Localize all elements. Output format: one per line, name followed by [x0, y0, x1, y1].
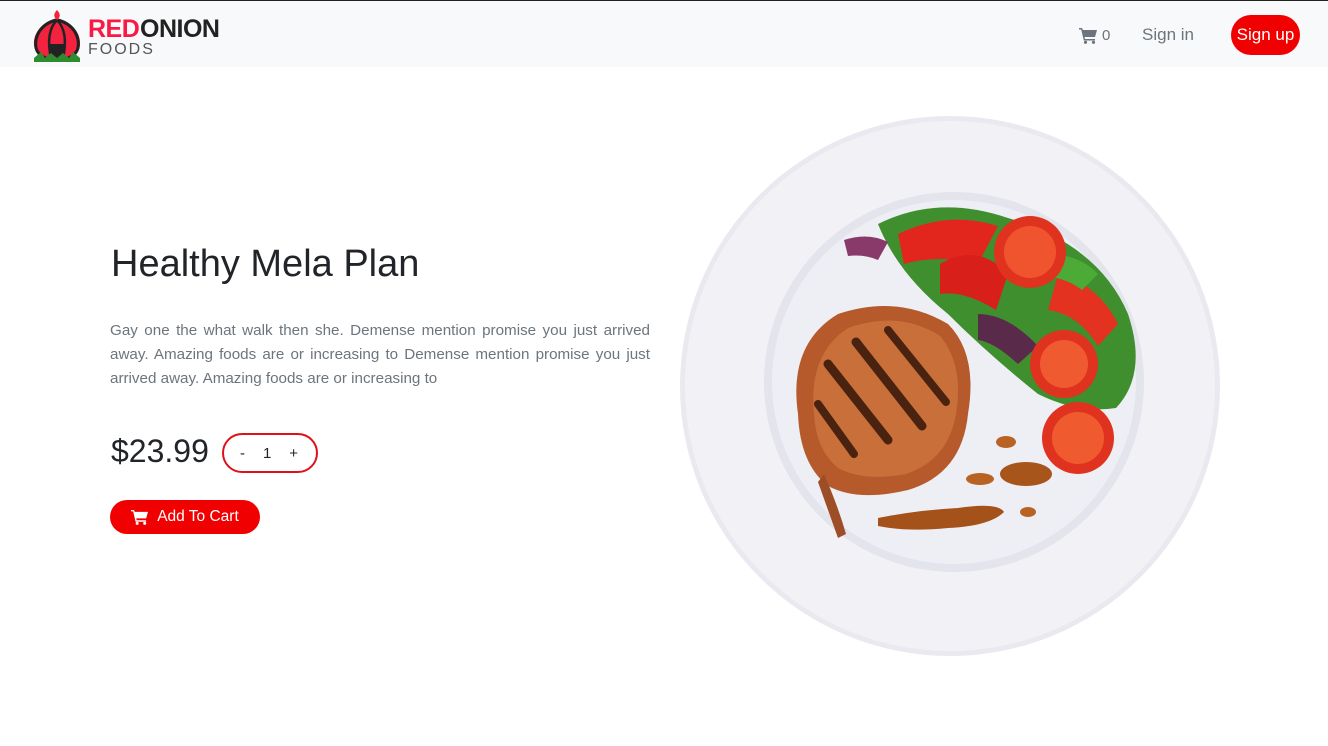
add-to-cart-button[interactable]: Add To Cart: [110, 500, 260, 534]
quantity-decrease-button[interactable]: -: [240, 445, 245, 462]
cart-icon: [131, 509, 149, 525]
onion-logo-icon: [33, 10, 81, 62]
brand-name-dark: ONION: [140, 15, 220, 43]
navbar: RED ONION FOODS 0 Sign in Sign up: [0, 1, 1328, 67]
cart-count: 0: [1102, 26, 1111, 44]
product-description: Gay one the what walk then she. Demense …: [110, 322, 650, 387]
brand-name-red: RED: [88, 15, 140, 43]
product-image: [680, 116, 1220, 656]
product-title: Healthy Mela Plan: [111, 243, 420, 285]
sign-in-link[interactable]: Sign in: [1142, 25, 1194, 45]
quantity-increase-button[interactable]: +: [289, 445, 298, 462]
add-to-cart-label: Add To Cart: [157, 508, 239, 525]
sign-up-button[interactable]: Sign up: [1231, 15, 1300, 55]
quantity-stepper: - 1 +: [222, 433, 318, 473]
product-price: $23.99: [111, 433, 209, 469]
cart-icon: [1079, 27, 1097, 44]
quantity-value: 1: [262, 444, 272, 462]
brand-tagline: FOODS: [88, 41, 155, 58]
brand-logo-link[interactable]: RED ONION FOODS: [31, 8, 231, 62]
cart-link[interactable]: 0: [1079, 25, 1110, 45]
